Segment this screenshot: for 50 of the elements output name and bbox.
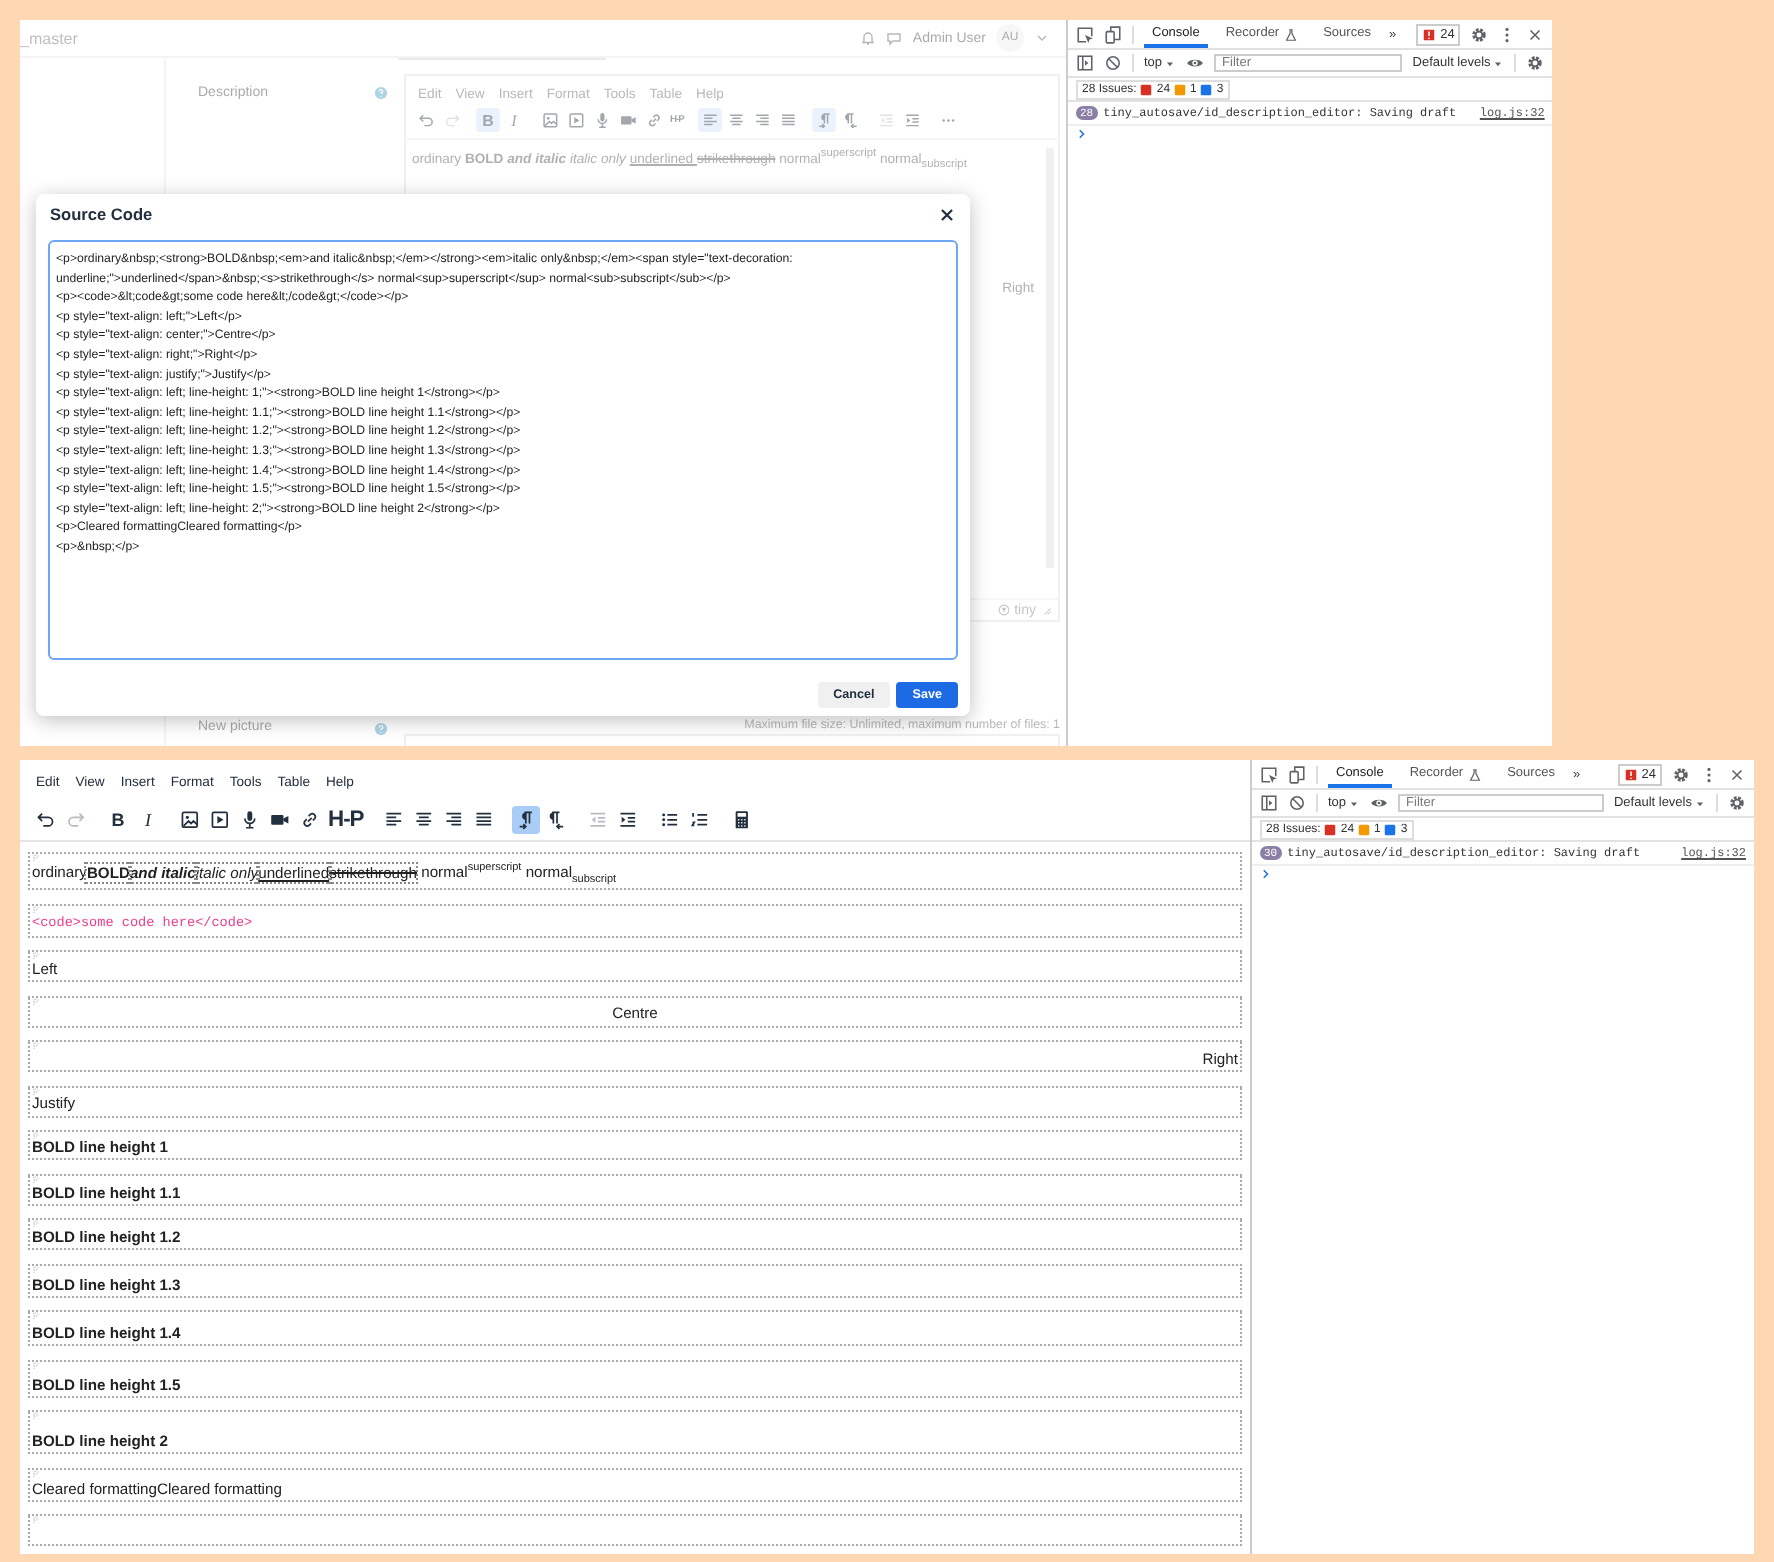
device-toolbar-icon[interactable] [1288,765,1306,783]
close-icon[interactable] [1728,765,1746,783]
resize-handle-icon[interactable] [1040,604,1052,616]
clear-console-icon[interactable] [1288,794,1306,812]
sidebar-icon[interactable] [1260,794,1278,812]
breadcrumb: _master [20,29,78,47]
caret-icon [1694,797,1706,809]
error-icon [1422,27,1437,41]
error-icon [1623,767,1638,781]
clear-console-icon[interactable] [1104,54,1122,72]
flask-icon [1467,767,1482,781]
device-toolbar-icon[interactable] [1104,25,1122,43]
logo-icon [998,604,1011,616]
paragraph-marker-icon [32,905,40,914]
inspect-icon[interactable] [1260,765,1278,783]
flask-icon [1283,27,1298,41]
paragraph-marker-icon [32,1220,40,1229]
paragraph-marker-icon [32,1469,40,1478]
paragraph-marker-icon [32,854,40,862]
paragraph-marker-icon [32,1087,40,1096]
sidebar-icon[interactable] [1076,54,1094,72]
prompt-icon[interactable] [1076,128,1088,140]
paragraph-marker-icon [32,952,40,961]
paragraph-marker-icon [32,1175,40,1184]
hp-button[interactable]: H-P [326,806,366,834]
close-icon[interactable] [1526,25,1545,43]
settings-icon[interactable] [1728,794,1746,812]
caret-icon [1348,797,1361,809]
paragraph-marker-icon [32,1132,40,1141]
settings-icon[interactable] [1526,54,1545,72]
italic-button[interactable]: I [134,806,162,834]
dialog-title: Source Code [50,204,155,224]
caret-icon [1164,57,1177,69]
settings-icon[interactable] [1470,25,1489,43]
paragraph-marker-icon [32,1412,40,1421]
source-code-field[interactable] [48,240,958,660]
eye-icon[interactable] [1370,794,1389,812]
prompt-icon[interactable] [1260,868,1272,880]
paragraph-marker-icon [32,1265,40,1274]
close-button[interactable] [938,205,956,223]
paragraph-marker-icon [32,997,40,1006]
paragraph-marker-icon [32,1042,40,1051]
eye-icon[interactable] [1186,54,1205,72]
paragraph-marker-icon [32,1516,40,1525]
paragraph-marker-icon [32,1312,40,1321]
inspect-icon[interactable] [1076,25,1094,43]
caret-icon [1492,57,1505,69]
bold-button[interactable]: B [104,806,132,834]
settings-icon[interactable] [1672,765,1690,783]
paragraph-marker-icon [32,1361,40,1370]
